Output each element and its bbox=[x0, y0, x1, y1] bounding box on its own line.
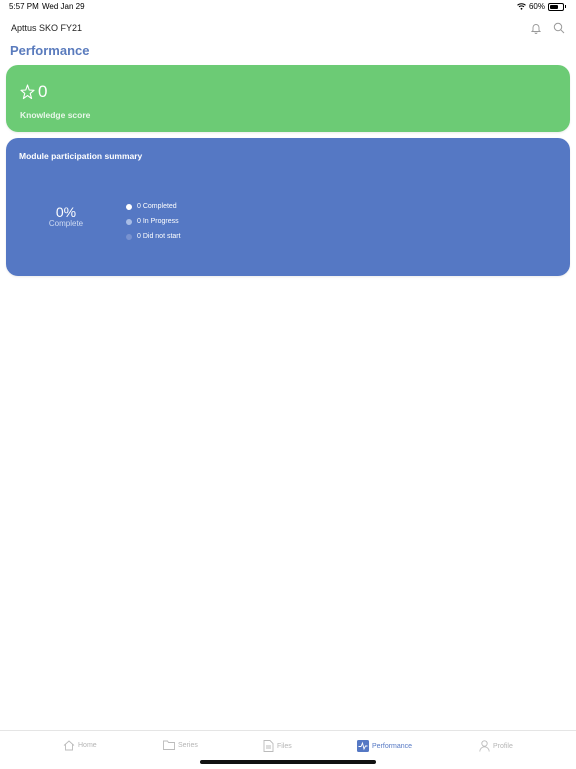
legend-dot-completed bbox=[126, 203, 132, 210]
page-title: Performance bbox=[10, 43, 90, 58]
status-time: 5:57 PM bbox=[9, 2, 39, 11]
legend-item-completed: 0 Completed bbox=[126, 199, 181, 214]
knowledge-score-value: 0 bbox=[38, 82, 48, 101]
tab-performance[interactable]: Performance bbox=[357, 740, 412, 752]
tab-series[interactable]: Series bbox=[163, 740, 198, 750]
battery-percent: 60% bbox=[528, 2, 545, 11]
completion-label: Complete bbox=[48, 219, 84, 228]
tab-files[interactable]: Files bbox=[263, 740, 292, 752]
home-icon bbox=[63, 740, 75, 751]
search-icon[interactable] bbox=[553, 22, 565, 34]
legend-dot-not-started bbox=[126, 233, 132, 240]
knowledge-score-card: 0 Knowledge score bbox=[6, 65, 570, 132]
participation-legend: 0 Completed 0 In Progress 0 Did not star… bbox=[126, 199, 181, 244]
bell-icon[interactable] bbox=[530, 22, 542, 34]
app-title: Apttus SKO FY21 bbox=[11, 23, 83, 33]
tab-home[interactable]: Home bbox=[63, 740, 97, 751]
file-icon bbox=[263, 740, 274, 752]
legend-dot-in-progress bbox=[126, 218, 132, 225]
status-right: 60% bbox=[517, 2, 566, 11]
status-bar: 5:57 PM Wed Jan 29 60% bbox=[0, 0, 576, 14]
tab-series-label: Series bbox=[178, 741, 198, 749]
person-icon bbox=[479, 740, 490, 752]
folder-icon bbox=[163, 740, 175, 750]
performance-icon bbox=[357, 740, 369, 752]
tab-performance-label: Performance bbox=[372, 742, 413, 750]
wifi-icon bbox=[517, 3, 526, 10]
status-date: Wed Jan 29 bbox=[42, 2, 85, 11]
module-summary-title: Module participation summary bbox=[19, 151, 143, 161]
completion-summary: 0% Complete bbox=[36, 204, 96, 228]
tab-profile[interactable]: Profile bbox=[479, 740, 513, 752]
legend-item-not-started: 0 Did not start bbox=[126, 229, 181, 244]
app-header: Apttus SKO FY21 bbox=[0, 18, 576, 40]
legend-label-not-started: 0 Did not start bbox=[137, 233, 181, 240]
legend-label-completed: 0 Completed bbox=[137, 203, 177, 210]
tab-files-label: Files bbox=[277, 742, 292, 750]
legend-label-in-progress: 0 In Progress bbox=[137, 218, 179, 225]
tab-profile-label: Profile bbox=[493, 742, 513, 750]
star-icon bbox=[20, 84, 35, 100]
knowledge-score-label: Knowledge score bbox=[20, 110, 91, 120]
home-indicator[interactable] bbox=[200, 760, 376, 764]
legend-item-in-progress: 0 In Progress bbox=[126, 214, 181, 229]
module-summary-card: Module participation summary 0% Complete… bbox=[6, 138, 570, 276]
battery-icon bbox=[548, 2, 564, 11]
completion-percent: 0% bbox=[55, 204, 77, 220]
tab-home-label: Home bbox=[78, 742, 97, 749]
